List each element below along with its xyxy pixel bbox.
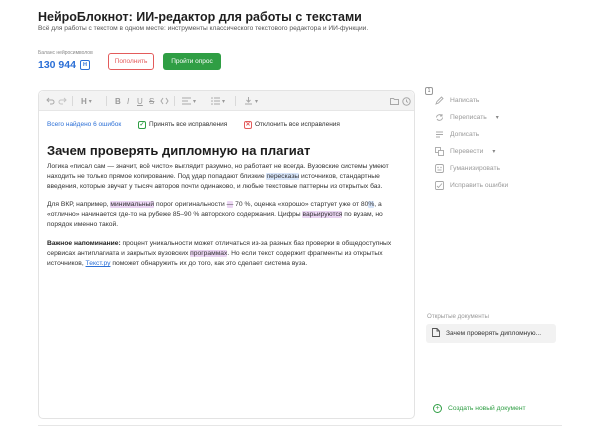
document-icon bbox=[432, 328, 440, 339]
strike-button[interactable]: S bbox=[149, 95, 154, 107]
editor-toolbar: H ▾ B I U S ▾ ▾ ▾ bbox=[39, 91, 414, 111]
text-run: 70 %, оценка «хорошо» стартует уже от 80 bbox=[233, 201, 369, 208]
balance-value: 130 944 bbox=[38, 59, 76, 71]
bold-button[interactable]: B bbox=[115, 95, 121, 107]
plus-icon: + bbox=[433, 404, 442, 413]
align-left-icon bbox=[182, 97, 191, 105]
humanize-icon bbox=[434, 163, 444, 173]
sidebar-item-fix-errors[interactable]: Исправить ошибки bbox=[434, 180, 508, 190]
reject-all-button[interactable]: ✕ Отклонить все исправления bbox=[244, 120, 340, 129]
list-select[interactable]: ▾ bbox=[211, 95, 225, 107]
sidebar-item-label: Переписать bbox=[450, 113, 487, 121]
paragraph[interactable]: Логика «писал сам — значит, всё чисто» в… bbox=[47, 162, 407, 193]
align-select[interactable]: ▾ bbox=[182, 95, 196, 107]
create-document-label: Создать новый документ bbox=[448, 405, 526, 412]
document-title[interactable]: Зачем проверять дипломную на плагиат bbox=[47, 143, 310, 158]
paragraph[interactable]: Важное напоминание: процент уникальности… bbox=[47, 239, 407, 270]
code-icon[interactable] bbox=[160, 95, 169, 107]
survey-button[interactable]: Пройти опрос bbox=[163, 53, 221, 70]
error-count[interactable]: Всего найдено 6 ошибок bbox=[47, 121, 121, 128]
topup-button[interactable]: Пополнить bbox=[108, 53, 154, 70]
close-icon: ✕ bbox=[244, 120, 252, 129]
rewrite-icon bbox=[434, 112, 444, 122]
history-icon[interactable] bbox=[402, 95, 411, 107]
heading-select[interactable]: H ▾ bbox=[81, 95, 92, 107]
reject-all-label: Отклонить все исправления bbox=[255, 121, 340, 128]
heading-icon: H bbox=[81, 96, 87, 106]
sidebar-item-label: Написать bbox=[450, 96, 480, 104]
fix-errors-icon bbox=[434, 180, 444, 190]
sidebar-item-label: Исправить ошибки bbox=[450, 181, 509, 189]
page-title: НейроБлокнот: ИИ-редактор для работы с т… bbox=[38, 10, 362, 24]
sidebar-item-label: Дописать bbox=[450, 130, 480, 138]
sidebar-item-translate[interactable]: Перевести ▾ bbox=[434, 146, 495, 156]
error-highlight[interactable]: минимальный bbox=[110, 201, 155, 208]
sidebar-item-continue[interactable]: Дописать bbox=[434, 129, 479, 139]
page-subtitle: Всё для работы с текстом в одном месте: … bbox=[38, 25, 369, 32]
create-document-button[interactable]: + Создать новый документ bbox=[433, 404, 526, 413]
chevron-down-icon: ▾ bbox=[255, 98, 259, 105]
sidebar-item-label: Гуманизировать bbox=[450, 164, 501, 172]
sidebar-item-write[interactable]: Написать bbox=[434, 95, 479, 105]
underline-button[interactable]: U bbox=[137, 95, 143, 107]
chevron-down-icon: ▾ bbox=[495, 114, 499, 121]
italic-button[interactable]: I bbox=[127, 95, 129, 107]
sidebar-item-rewrite[interactable]: Переписать ▾ bbox=[434, 112, 499, 122]
opened-document-title: Зачем проверять дипломную... bbox=[446, 330, 542, 337]
error-highlight[interactable]: программах bbox=[190, 250, 228, 258]
coin-icon: Н bbox=[79, 60, 90, 70]
bold-run: Важное напоминание: bbox=[47, 240, 121, 247]
opened-documents-label: Открытые документы bbox=[427, 313, 489, 320]
check-icon: ✓ bbox=[138, 120, 146, 129]
download-select[interactable]: ▾ bbox=[244, 95, 258, 107]
editor: H ▾ B I U S ▾ ▾ ▾ Всего найдено 6 ошибок… bbox=[38, 90, 415, 419]
error-highlight[interactable]: варьируются bbox=[302, 211, 343, 219]
list-icon bbox=[211, 97, 220, 105]
redo-icon[interactable] bbox=[58, 95, 67, 107]
text-run: Для ВКР, например, bbox=[47, 201, 111, 208]
undo-icon[interactable] bbox=[46, 95, 55, 107]
accept-all-label: Принять все исправления bbox=[149, 121, 228, 128]
chevron-down-icon: ▾ bbox=[222, 98, 226, 105]
text-run: поможет обнаружить их до того, как это с… bbox=[110, 260, 308, 268]
accept-all-button[interactable]: ✓ Принять все исправления bbox=[138, 120, 228, 129]
chevron-down-icon: ▾ bbox=[492, 148, 496, 155]
paragraph[interactable]: Для ВКР, например, минимальный порог ори… bbox=[47, 200, 407, 231]
chevron-down-icon: ▾ bbox=[193, 98, 197, 105]
link[interactable]: Текст.ру bbox=[86, 260, 111, 267]
continue-icon bbox=[434, 129, 444, 139]
download-icon bbox=[245, 97, 252, 105]
text-run: порог оригинальности bbox=[154, 201, 227, 208]
opened-document-item[interactable]: Зачем проверять дипломную... bbox=[426, 324, 556, 343]
pencil-icon bbox=[434, 95, 444, 105]
folder-icon[interactable] bbox=[390, 95, 399, 107]
error-highlight[interactable]: пересказы bbox=[266, 173, 300, 181]
balance: 130 944 Н bbox=[38, 59, 90, 71]
errors-bar: Всего найдено 6 ошибок ✓ Принять все исп… bbox=[47, 120, 407, 129]
sidebar-item-humanize[interactable]: Гуманизировать bbox=[434, 163, 500, 173]
chevron-down-icon: ▾ bbox=[88, 98, 92, 105]
divider bbox=[38, 425, 562, 426]
sidebar-item-label: Перевести bbox=[450, 147, 484, 155]
balance-label: Баланс нейросимволов bbox=[38, 50, 93, 56]
shortcut-badge: 1 bbox=[425, 87, 433, 95]
translate-icon bbox=[434, 146, 444, 156]
